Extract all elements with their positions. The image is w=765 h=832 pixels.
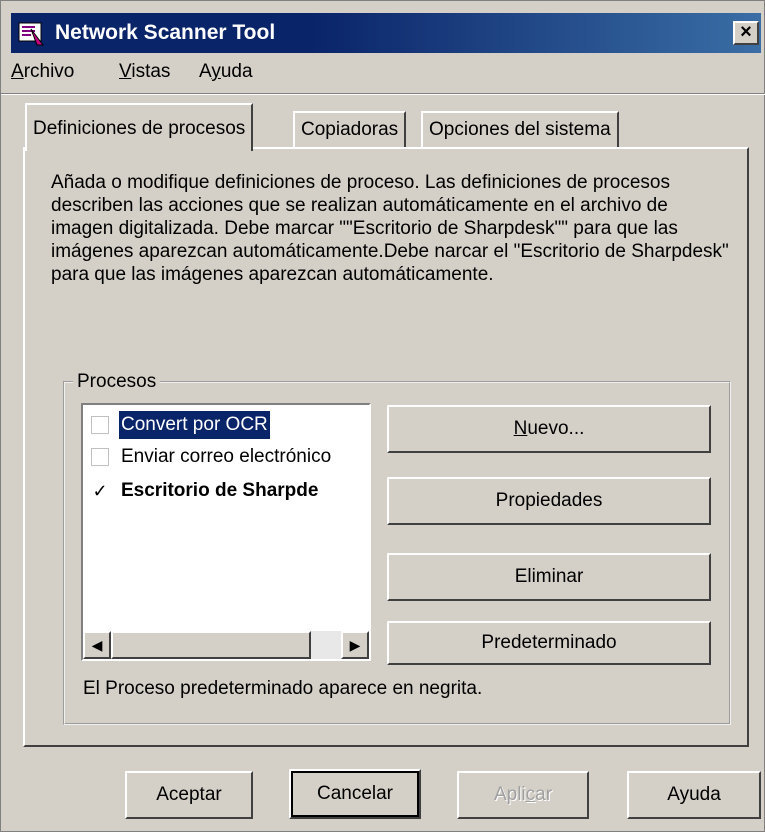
list-item-email[interactable]: Enviar correo electrónico: [87, 443, 369, 471]
arrow-left-icon: ◀: [91, 637, 103, 653]
scroll-right-button[interactable]: ▶: [341, 631, 369, 659]
checkbox-email[interactable]: [91, 448, 109, 466]
tab-opciones-del-sistema[interactable]: Opciones del sistema: [421, 111, 619, 151]
horizontal-scrollbar[interactable]: ◀ ▶: [83, 631, 369, 659]
menu-divider: [1, 93, 765, 95]
cancel-button[interactable]: Cancelar: [289, 769, 421, 819]
title-bar[interactable]: Network Scanner Tool ×: [11, 13, 761, 53]
arrow-right-icon: ▶: [349, 637, 361, 653]
dialog-window: Network Scanner Tool × Archivo Vistas Ay…: [0, 0, 765, 832]
menu-vistas[interactable]: Vistas: [119, 61, 170, 83]
close-button[interactable]: ×: [733, 21, 759, 45]
default-note: El Proceso predeterminado aparece en neg…: [83, 678, 483, 699]
window-title: Network Scanner Tool: [55, 21, 276, 44]
description-text: Añada o modifique definiciones de proces…: [51, 172, 729, 285]
tab-definiciones-de-procesos[interactable]: Definiciones de procesos: [25, 103, 254, 151]
ok-button[interactable]: Aceptar: [125, 771, 253, 819]
processes-listbox[interactable]: Convert por OCR Enviar correo electrónic…: [81, 403, 371, 661]
checkbox-sharpdesk[interactable]: ✓: [91, 482, 109, 500]
apply-button[interactable]: Aplicar: [457, 771, 589, 819]
menu-ayuda[interactable]: Ayuda: [199, 61, 253, 83]
check-icon: ✓: [92, 481, 108, 501]
list-item-ocr[interactable]: Convert por OCR: [87, 411, 369, 439]
delete-button[interactable]: Eliminar: [387, 553, 711, 601]
checkbox-ocr[interactable]: [91, 416, 109, 434]
help-button[interactable]: Ayuda: [627, 771, 761, 819]
default-button[interactable]: Predeterminado: [387, 621, 711, 665]
scroll-left-button[interactable]: ◀: [83, 631, 111, 659]
close-icon: ×: [740, 21, 752, 43]
new-button[interactable]: Nuevo...: [387, 405, 711, 453]
scroll-thumb[interactable]: [111, 631, 311, 659]
properties-button[interactable]: Propiedades: [387, 477, 711, 525]
tab-copiadoras[interactable]: Copiadoras: [293, 111, 407, 151]
menu-archivo[interactable]: Archivo: [11, 61, 74, 83]
processes-legend: Procesos: [73, 371, 161, 393]
list-item-sharpdesk[interactable]: ✓ Escritorio de Sharpde: [87, 477, 369, 505]
scanner-app-icon: [18, 22, 44, 46]
